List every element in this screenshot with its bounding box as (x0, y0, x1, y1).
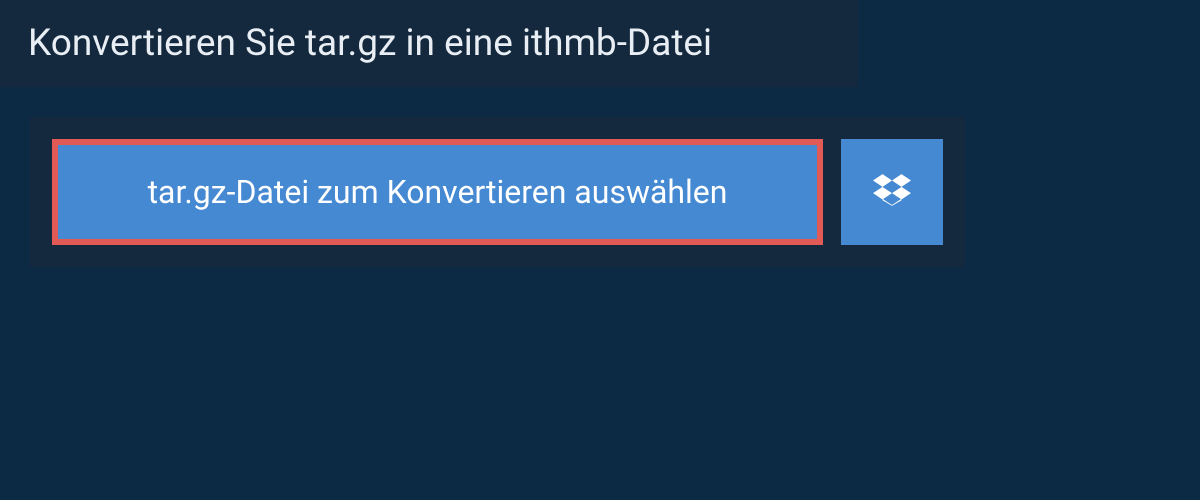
select-file-label: tar.gz-Datei zum Konvertieren auswählen (148, 173, 728, 211)
dropbox-button[interactable] (841, 139, 943, 245)
header-bar: Konvertieren Sie tar.gz in eine ithmb-Da… (0, 0, 858, 87)
page-title: Konvertieren Sie tar.gz in eine ithmb-Da… (28, 22, 830, 65)
dropbox-icon (873, 171, 911, 213)
file-action-panel: tar.gz-Datei zum Konvertieren auswählen (30, 117, 965, 267)
select-file-button[interactable]: tar.gz-Datei zum Konvertieren auswählen (52, 139, 823, 245)
